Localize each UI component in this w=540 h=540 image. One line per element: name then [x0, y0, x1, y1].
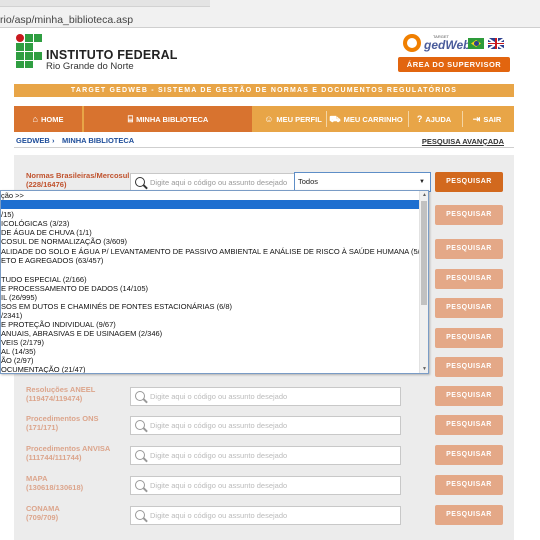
search-icon [135, 391, 145, 401]
browser-chrome: rio/asp/minha_biblioteca.asp [0, 0, 540, 28]
nav-my-cart[interactable]: ⛟ MEU CARRINHO [328, 106, 404, 132]
search-input[interactable]: Digite aqui o código ou assunto desejado [130, 446, 401, 465]
nav-home[interactable]: ⌂ HOME [14, 106, 82, 132]
dropdown-option-selected[interactable] [1, 200, 420, 209]
search-button[interactable]: PESQUISAR [435, 328, 503, 348]
dropdown-option[interactable]: SOS EM DUTOS E CHAMINÉS DE FONTES ESTACI… [1, 302, 232, 311]
search-icon [135, 480, 145, 490]
chevron-down-icon: ▼ [419, 179, 425, 185]
dropdown-option[interactable]: E PROTEÇÃO INDIVIDUAL (9/67) [1, 320, 116, 329]
dropdown-option[interactable]: AL (14/35) [1, 347, 36, 356]
dropdown-option[interactable]: ETO E AGREGADOS (63/457) [1, 256, 103, 265]
help-icon: ? [416, 114, 423, 124]
search-button[interactable]: PESQUISAR [435, 172, 503, 192]
search-row-ons: Procedimentos ONS (171/171) Digite aqui o… [14, 414, 514, 448]
dropdown-option[interactable]: DE ÁGUA DE CHUVA (1/1) [1, 228, 92, 237]
home-icon: ⌂ [32, 114, 38, 124]
uk-flag-icon[interactable] [488, 38, 504, 49]
scroll-up-icon[interactable]: ▲ [420, 191, 428, 199]
search-button[interactable]: PESQUISAR [435, 205, 503, 225]
search-icon [135, 420, 145, 430]
search-icon [135, 510, 145, 520]
exit-icon: ⇥ [472, 114, 481, 124]
site-header: INSTITUTO FEDERAL Rio Grande do Norte TA… [0, 28, 540, 80]
dropdown-option[interactable]: COSUL DE NORMALIZAÇÃO (3/609) [1, 237, 127, 246]
gedweb-logo-icon: TARGET gedWeb [403, 34, 470, 56]
search-button[interactable]: PESQUISAR [435, 357, 503, 377]
user-icon: ☺ [264, 114, 274, 124]
dropdown-option[interactable]: E PROCESSAMENTO DE DADOS (14/105) [1, 284, 148, 293]
dropdown-option[interactable]: /15) [1, 210, 14, 219]
row-label: Procedimentos ANVISA (111744/111744) [26, 444, 111, 462]
library-icon: ⌸ [127, 114, 134, 124]
category-dropdown-list[interactable]: ção >> /15) ICOLÓGICAS (3/23) DE ÁGUA DE C… [0, 190, 429, 374]
institute-title: INSTITUTO FEDERAL [46, 48, 178, 62]
nav-my-profile[interactable]: ☺ MEU PERFIL [262, 106, 324, 132]
scroll-thumb[interactable] [421, 201, 427, 305]
system-title-bar: TARGET GEDWEB - SISTEMA DE GESTÃO DE NOR… [14, 84, 514, 97]
search-button[interactable]: PESQUISAR [435, 475, 503, 495]
search-button[interactable]: PESQUISAR [435, 239, 503, 259]
search-input[interactable]: Digite aqui o código ou assunto desejado [130, 476, 401, 495]
search-button[interactable]: PESQUISAR [435, 505, 503, 525]
search-button[interactable]: PESQUISAR [435, 269, 503, 289]
dropdown-option[interactable]: ICOLÓGICAS (3/23) [1, 219, 69, 228]
brazil-flag-icon[interactable] [468, 38, 484, 49]
dropdown-option[interactable]: /2341) [1, 311, 22, 320]
category-select[interactable]: Todos ▼ [294, 172, 431, 192]
dropdown-option[interactable]: ANUAIS, ABRASIVAS E DE USINAGEM (2/346) [1, 329, 162, 338]
breadcrumb-current: MINHA BIBLIOTECA [62, 136, 135, 145]
row-label: CONAMA (709/709) [26, 504, 60, 522]
search-button[interactable]: PESQUISAR [435, 386, 503, 406]
breadcrumb: GEDWEB › MINHA BIBLIOTECA PESQUISA AVANÇ… [14, 134, 514, 148]
institute-subtitle: Rio Grande do Norte [46, 61, 134, 72]
row-label: MAPA (130618/130618) [26, 474, 84, 492]
search-button[interactable]: PESQUISAR [435, 445, 503, 465]
row-label: Normas Brasileiras/Mercosul (228/16476) [26, 171, 130, 189]
row-label: Procedimentos ONS (171/171) [26, 414, 99, 432]
search-row-mapa: MAPA (130618/130618) Digite aqui o código… [14, 474, 514, 508]
address-bar[interactable]: rio/asp/minha_biblioteca.asp [0, 12, 133, 28]
search-input[interactable]: Digite aqui o código ou assunto desejado [130, 506, 401, 525]
nav-exit[interactable]: ⇥ SAIR [464, 106, 510, 132]
dropdown-option[interactable]: VEIS (2/179) [1, 338, 44, 347]
search-button[interactable]: PESQUISAR [435, 415, 503, 435]
dropdown-option[interactable]: IL (26/995) [1, 293, 37, 302]
search-row-conama: CONAMA (709/709) Digite aqui o código ou … [14, 504, 514, 538]
main-nav: ⌂ HOME ⌸ MINHA BIBLIOTECA ☺ MEU PERFIL ⛟ MEU… [14, 106, 514, 132]
search-input[interactable]: Digite aqui o código ou assunto desejado [130, 416, 401, 435]
search-icon [135, 177, 145, 187]
breadcrumb-root[interactable]: GEDWEB [16, 136, 50, 145]
nav-my-library[interactable]: ⌸ MINHA BIBLIOTECA [84, 106, 252, 132]
browser-tab[interactable] [0, 0, 210, 7]
dropdown-option[interactable]: ção >> [1, 191, 24, 200]
row-label: Resoluções ANEEL (119474/119474) [26, 385, 96, 403]
institute-logo-icon [16, 34, 42, 68]
search-button[interactable]: PESQUISAR [435, 298, 503, 318]
nav-help[interactable]: ? AJUDA [410, 106, 458, 132]
scroll-down-icon[interactable]: ▼ [420, 365, 428, 373]
dropdown-scrollbar[interactable]: ▲ ▼ [419, 191, 428, 373]
dropdown-option[interactable]: ÃO (2/97) [1, 356, 34, 365]
search-row-anvisa: Procedimentos ANVISA (111744/111744) Digi… [14, 444, 514, 478]
cart-icon: ⛟ [329, 114, 341, 124]
supervisor-area-button[interactable]: ÁREA DO SUPERVISOR [398, 57, 510, 72]
advanced-search-link[interactable]: PESQUISA AVANÇADA [422, 137, 504, 146]
dropdown-option[interactable]: OCUMENTAÇÃO (21/47) [1, 365, 85, 373]
brand-name: gedWeb [424, 38, 471, 52]
search-input[interactable]: Digite aqui o código ou assunto desejado [130, 387, 401, 406]
search-icon [135, 450, 145, 460]
dropdown-option[interactable]: TUDO ESPECIAL (2/166) [1, 275, 87, 284]
dropdown-option[interactable]: ALIDADE DO SOLO E ÁGUA P/ LEVANTAMENTO D… [1, 247, 428, 256]
